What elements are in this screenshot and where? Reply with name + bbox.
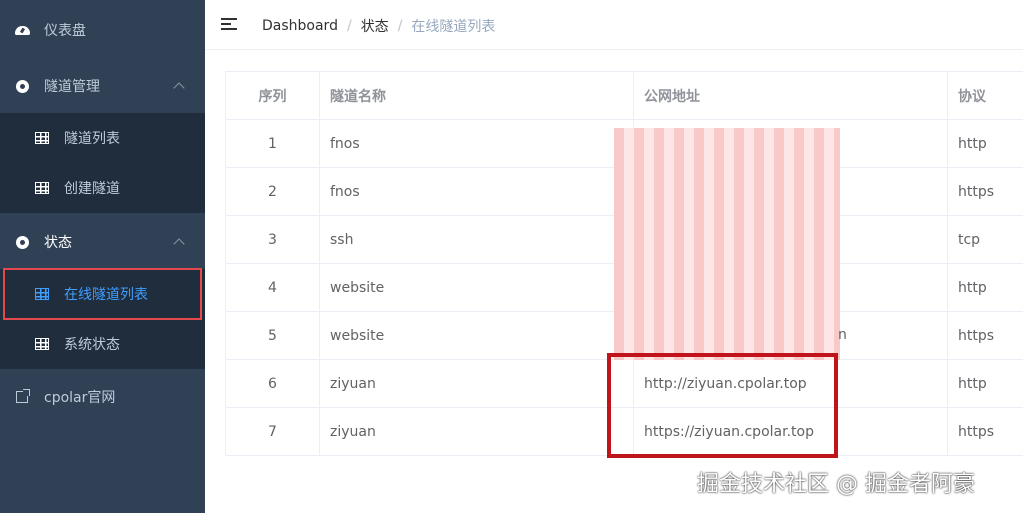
- circle-icon: [14, 234, 30, 250]
- cell-name: fnos: [320, 168, 634, 215]
- sidebar: 仪表盘 隧道管理 隧道列表 创建隧道 状态 在线隧道列表 系统状态 cpolar…: [0, 0, 205, 513]
- menu-dashboard[interactable]: 仪表盘: [0, 5, 205, 55]
- cell-index: 1: [226, 120, 320, 167]
- cell-index: 6: [226, 360, 320, 407]
- cell-index: 7: [226, 408, 320, 455]
- cell-name: website: [320, 312, 634, 359]
- table-icon: [34, 180, 50, 196]
- breadcrumb-separator: /: [397, 18, 403, 34]
- chevron-up-icon: [173, 82, 185, 94]
- col-url-header: 公网地址: [634, 72, 948, 119]
- menu-system-status-label: 系统状态: [64, 337, 120, 353]
- header: Dashboard / 状态 / 在线隧道列表: [205, 0, 1023, 50]
- menu-tunnel-list-label: 隧道列表: [64, 131, 120, 147]
- breadcrumb-current: 在线隧道列表: [411, 19, 496, 35]
- cell-protocol: http: [958, 279, 987, 296]
- cell-index: 4: [226, 264, 320, 311]
- menu-status-label: 状态: [44, 235, 72, 251]
- breadcrumb: Dashboard / 状态 / 在线隧道列表: [262, 16, 495, 36]
- table-header-row: 序列 隧道名称 公网地址 协议: [226, 72, 1023, 120]
- table-icon: [34, 130, 50, 146]
- menu-online-tunnels[interactable]: 在线隧道列表: [0, 269, 205, 319]
- cell-name: ssh: [320, 216, 634, 263]
- cell-protocol: tcp: [958, 231, 981, 248]
- menu-tunnel-list[interactable]: 隧道列表: [0, 113, 205, 163]
- menu-tunnel-management[interactable]: 隧道管理: [0, 61, 205, 111]
- redacted-url-tail: n: [838, 327, 847, 343]
- menu-create-tunnel[interactable]: 创建隧道: [0, 163, 205, 213]
- chevron-up-icon: [173, 238, 185, 250]
- url-highlight-box: [607, 353, 838, 458]
- cell-protocol: https: [958, 327, 995, 344]
- menu-online-tunnels-label: 在线隧道列表: [64, 287, 148, 303]
- menu-create-tunnel-label: 创建隧道: [64, 181, 120, 197]
- breadcrumb-separator: /: [346, 18, 352, 34]
- cell-name: website: [320, 264, 634, 311]
- hamburger-icon[interactable]: [221, 18, 237, 31]
- cell-protocol: https: [958, 423, 995, 440]
- cell-protocol: http: [958, 135, 987, 152]
- menu-dashboard-label: 仪表盘: [44, 23, 86, 39]
- col-index-header: 序列: [226, 72, 320, 119]
- cell-name: ziyuan: [320, 360, 634, 407]
- col-protocol-header: 协议: [958, 88, 986, 105]
- menu-tunnel-management-label: 隧道管理: [44, 79, 100, 95]
- external-link-icon: [14, 389, 30, 405]
- cell-index: 5: [226, 312, 320, 359]
- watermark: 掘金技术社区 @ 掘金者阿豪: [697, 472, 975, 497]
- breadcrumb-dashboard[interactable]: Dashboard: [262, 18, 338, 34]
- table-icon: [34, 286, 50, 302]
- cell-index: 3: [226, 216, 320, 263]
- cell-protocol: http: [958, 375, 987, 392]
- cell-protocol: https: [958, 183, 995, 200]
- cell-index: 2: [226, 168, 320, 215]
- circle-icon: [14, 78, 30, 94]
- menu-status[interactable]: 状态: [0, 217, 205, 267]
- menu-cpolar-website[interactable]: cpolar官网: [0, 372, 205, 422]
- redaction-overlay: [614, 128, 840, 360]
- menu-cpolar-website-label: cpolar官网: [44, 390, 116, 406]
- cell-name: ziyuan: [320, 408, 634, 455]
- table-icon: [34, 336, 50, 352]
- dashboard-icon: [14, 22, 30, 38]
- breadcrumb-status: 状态: [360, 19, 389, 35]
- menu-system-status[interactable]: 系统状态: [0, 319, 205, 369]
- col-name-header: 隧道名称: [320, 72, 634, 119]
- cell-name: fnos: [320, 120, 634, 167]
